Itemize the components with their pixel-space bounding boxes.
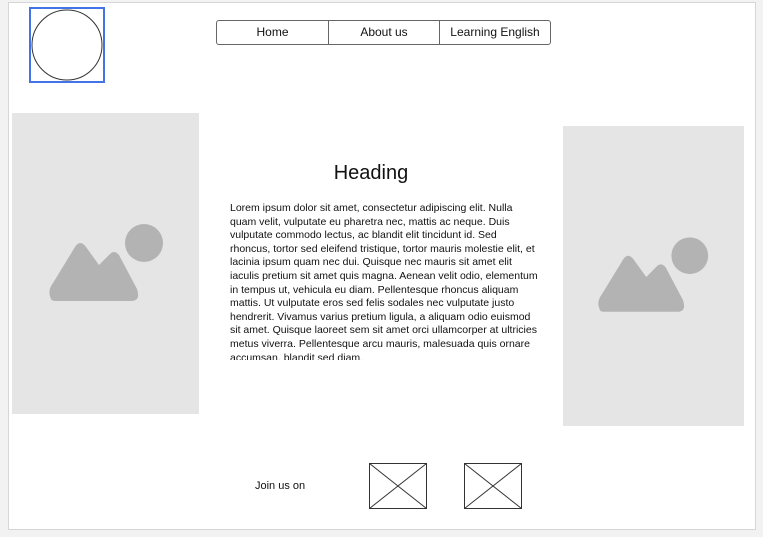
image-placeholder-icon bbox=[598, 237, 709, 312]
nav-about-us-link[interactable]: About us bbox=[328, 21, 439, 44]
body-paragraph: Lorem ipsum dolor sit amet, consectetur … bbox=[230, 202, 538, 360]
page-heading: Heading bbox=[333, 162, 409, 184]
social-link-2[interactable] bbox=[464, 463, 522, 509]
circle-logo-icon bbox=[31, 9, 103, 81]
image-placeholder-icon bbox=[49, 224, 163, 301]
nav-home-link[interactable]: Home bbox=[217, 21, 328, 44]
main-nav: Home About us Learning English bbox=[216, 20, 551, 45]
left-image-placeholder bbox=[12, 113, 199, 414]
social-link-1[interactable] bbox=[369, 463, 427, 509]
logo[interactable] bbox=[29, 7, 105, 83]
right-image-placeholder bbox=[563, 126, 744, 426]
crossed-box-placeholder-icon bbox=[369, 463, 427, 509]
nav-learning-english-link[interactable]: Learning English bbox=[439, 21, 550, 44]
crossed-box-placeholder-icon bbox=[464, 463, 522, 509]
join-us-label: Join us on bbox=[255, 480, 306, 492]
